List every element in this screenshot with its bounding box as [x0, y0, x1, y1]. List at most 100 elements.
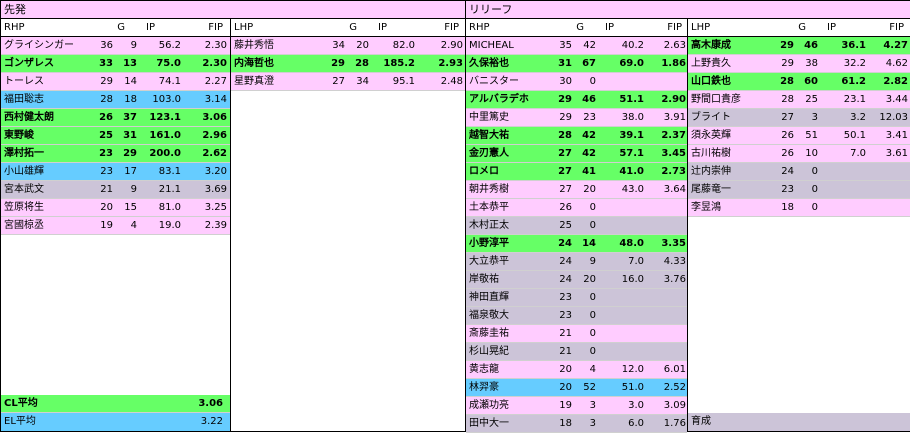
pitcher-count: 0: [811, 184, 818, 195]
starter-lhp-header: LHP G IP FIP: [231, 19, 465, 37]
pitcher-ip: [610, 289, 644, 307]
pitcher-fip: [872, 199, 908, 217]
table-row: 古川祐樹 26 10 7.0 3.61: [688, 145, 910, 163]
pitcher-name: 大立恭平: [469, 256, 509, 267]
pitcher-ip: 50.1: [843, 130, 866, 141]
pitcher-name: 須永英輝: [691, 130, 731, 141]
pitcher-fip: 2.27: [204, 76, 227, 87]
pitcher-ip: 19.0: [158, 220, 181, 231]
pitcher-count: 29: [123, 148, 137, 159]
pitcher-g: 29: [331, 58, 345, 69]
relief-lhp-header: LHP G IP FIP: [688, 19, 910, 37]
pitcher-g: 21: [100, 184, 113, 195]
pitcher-name: 小山雄輝: [4, 166, 44, 177]
pitcher-count: 3: [589, 418, 596, 429]
pitcher-count: 0: [589, 76, 596, 87]
pitcher-g: 27: [558, 166, 572, 177]
pitcher-g: 24: [559, 274, 572, 285]
table-row: 福田聡志 28 18 103.0 3.14: [1, 91, 230, 109]
table-row: 久保裕也 31 67 69.0 1.86: [466, 55, 687, 73]
pitcher-ip: 36.1: [841, 40, 866, 51]
pitcher-fip: 12.03: [879, 112, 908, 123]
pitcher-g: 34: [332, 40, 345, 51]
pitcher-fip: 3.69: [204, 184, 227, 195]
pitcher-fip: 2.90: [440, 40, 463, 51]
table-row: 澤村拓一 23 29 200.0 2.62: [1, 145, 230, 163]
pitcher-name: 土本恭平: [469, 202, 509, 213]
table-row: 須永英輝 26 51 50.1 3.41: [688, 127, 910, 145]
pitcher-g: 29: [559, 112, 572, 123]
table-row: ブライト 27 3 3.2 12.03: [688, 109, 910, 127]
pitcher-g: 23: [100, 166, 113, 177]
ikusei-footer: 育成: [688, 413, 910, 431]
pitcher-ip: 43.0: [621, 184, 644, 195]
pitcher-count: 31: [123, 130, 137, 141]
pitcher-g: 18: [781, 202, 794, 213]
pitcher-fip: [650, 307, 686, 325]
pitcher-count: 9: [130, 184, 137, 195]
pitcher-name: 東野峻: [4, 130, 34, 141]
pitcher-fip: 2.39: [204, 220, 227, 231]
pitcher-name: 上野貴久: [691, 58, 731, 69]
table-row: 上野貴久 29 38 32.2 4.62: [688, 55, 910, 73]
pitcher-g: 25: [559, 220, 572, 231]
pitcher-count: 28: [355, 58, 369, 69]
pitcher-g: 29: [558, 94, 572, 105]
table-row: 福泉敬大 23 0: [466, 307, 687, 325]
pitcher-ip: 74.1: [158, 76, 181, 87]
pitcher-g: 27: [332, 76, 345, 87]
header-name: RHP: [469, 22, 490, 33]
relief-rhp-header: RHP G IP FIP: [466, 19, 687, 37]
pitcher-g: 23: [99, 148, 113, 159]
pitcher-g: 21: [559, 328, 572, 339]
starter-rhp-header: RHP G IP FIP: [1, 19, 230, 37]
pitcher-ip: 48.0: [619, 238, 644, 249]
header-fip: FIP: [889, 22, 904, 33]
pitcher-ip: 103.0: [152, 94, 181, 105]
pitcher-name: 朝井秀樹: [469, 184, 509, 195]
pitcher-fip: 2.96: [202, 130, 227, 141]
pitcher-count: 0: [589, 202, 596, 213]
pitcher-fip: 2.90: [661, 94, 686, 105]
league-averages: CL平均 3.06 EL平均 3.22: [1, 395, 230, 431]
pitcher-count: 4: [130, 220, 137, 231]
pitcher-count: 60: [804, 76, 818, 87]
pitcher-count: 15: [124, 202, 137, 213]
relief-section-title: リリーフ: [466, 1, 910, 19]
pitcher-g: 27: [558, 148, 572, 159]
pitcher-name: 山口鉄也: [691, 76, 731, 87]
pitcher-g: 24: [558, 238, 572, 249]
pitcher-fip: 3.41: [885, 130, 908, 141]
pitcher-fip: 3.35: [661, 238, 686, 249]
pitcher-count: 17: [124, 166, 137, 177]
pitcher-name: 小野淳平: [469, 238, 509, 249]
pitcher-g: 25: [99, 130, 113, 141]
pitcher-ip: 75.0: [156, 58, 181, 69]
pitcher-name: 杉山晃紀: [469, 346, 509, 357]
pitcher-count: 42: [582, 148, 596, 159]
pitcher-fip: [650, 325, 686, 343]
pitcher-fip: 2.93: [438, 58, 463, 69]
pitcher-count: 0: [589, 328, 596, 339]
pitcher-fip: 3.06: [202, 112, 227, 123]
pitcher-sheet: 先発 リリーフ RHP G IP FIP グライシンガー 36 9 56.2 2.30 ゴ…: [0, 0, 910, 433]
pitcher-ip: 185.2: [383, 58, 415, 69]
table-row: 辻内崇伸 24 0: [688, 163, 910, 181]
pitcher-name: 内海哲也: [234, 58, 274, 69]
pitcher-ip: 7.0: [628, 256, 644, 267]
pitcher-name: 斎藤圭祐: [469, 328, 509, 339]
pitcher-name: 笠原将生: [4, 202, 44, 213]
pitcher-name: ロメロ: [469, 166, 499, 177]
pitcher-count: 3: [811, 112, 818, 123]
pitcher-fip: 2.48: [440, 76, 463, 87]
starters-section-title: 先発: [1, 1, 466, 19]
pitcher-name: 金刃憲人: [469, 148, 509, 159]
header-g: G: [798, 22, 806, 33]
pitcher-count: 0: [589, 310, 596, 321]
pitcher-name: 久保裕也: [469, 58, 509, 69]
table-row: 神田直輝 23 0: [466, 289, 687, 307]
pitcher-fip: 4.33: [663, 256, 686, 267]
table-row: 西村健太朗 26 37 123.1 3.06: [1, 109, 230, 127]
pitcher-fip: 2.62: [202, 148, 227, 159]
table-row: アルバラデホ 29 46 51.1 2.90: [466, 91, 687, 109]
